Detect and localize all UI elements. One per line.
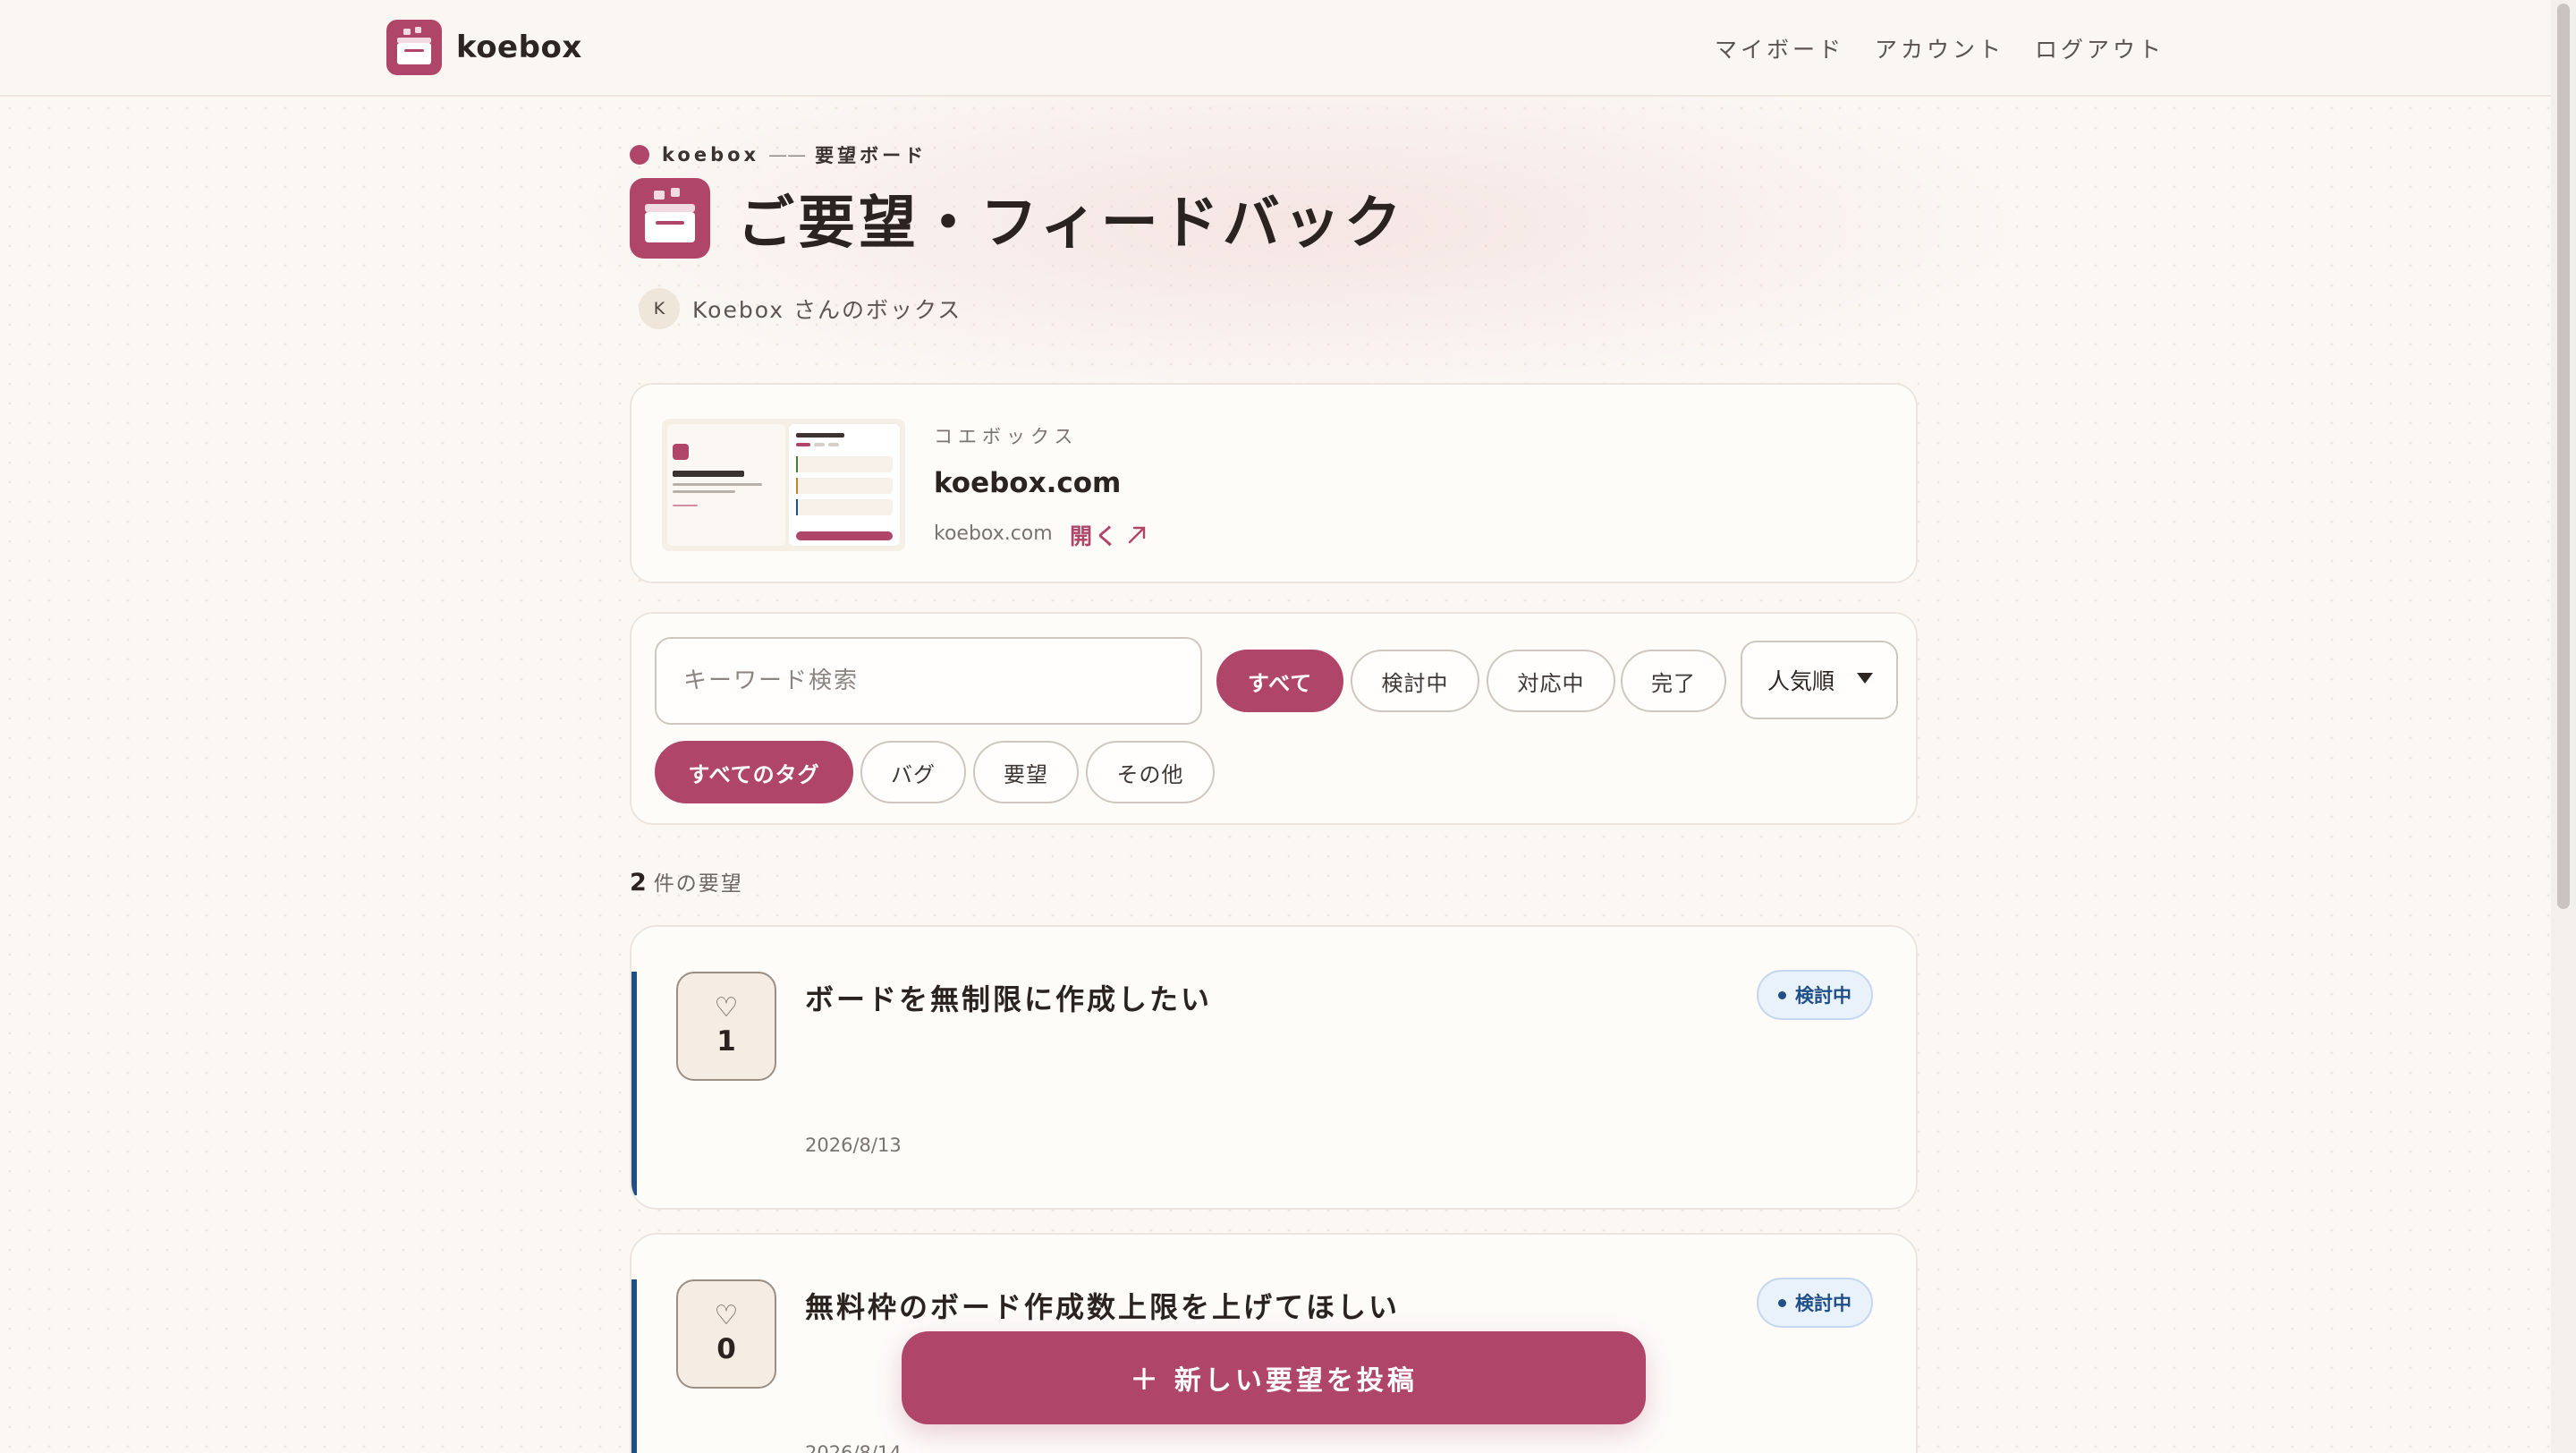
status-filter-done[interactable]: 完了: [1621, 650, 1726, 712]
site-card: コエボックス koebox.com koebox.com 開く: [630, 383, 1918, 583]
page-title: ご要望・フィードバック: [737, 191, 1405, 257]
title-row: ご要望・フィードバック: [630, 177, 1405, 259]
page-kicker: koebox —— 要望ボード: [630, 141, 927, 168]
status-dot-icon: [1778, 1298, 1786, 1307]
top-navbar: koebox マイボード アカウント ログアウト: [0, 0, 2551, 97]
request-date: 2026/8/13: [805, 1134, 902, 1156]
brand-name: koebox: [456, 30, 582, 65]
nav-account[interactable]: アカウント: [1875, 32, 2004, 64]
box-icon: [630, 178, 710, 259]
heart-icon: ♡: [714, 992, 739, 1024]
sort-selected: 人気順: [1767, 668, 1835, 694]
request-count-suffix: 件の要望: [653, 872, 743, 896]
kicker-label: 要望ボード: [815, 145, 928, 166]
new-request-label: 新しい要望を投稿: [1174, 1365, 1418, 1397]
brand[interactable]: koebox: [386, 20, 582, 75]
heart-icon: ♡: [714, 1300, 739, 1331]
scrollbar[interactable]: [2551, 0, 2576, 1453]
site-name: koebox.com: [934, 467, 1122, 499]
request-title: 無料枠のボード作成数上限を上げてほしい: [805, 1290, 1401, 1324]
vote-button[interactable]: ♡ 0: [676, 1279, 776, 1389]
site-preview-thumbnail: [662, 419, 905, 551]
status-accent-bar: [631, 1279, 637, 1453]
avatar: K: [639, 288, 680, 329]
plus-icon: +: [1130, 1358, 1162, 1398]
site-url: koebox.com: [934, 523, 1053, 545]
search-input[interactable]: [655, 637, 1202, 725]
status-filter-in-progress[interactable]: 対応中: [1487, 650, 1615, 712]
external-link-icon: [1128, 526, 1146, 544]
kicker-brand: koebox: [662, 144, 760, 166]
open-site-label: 開く: [1070, 523, 1121, 549]
status-badge-label: 検討中: [1795, 1293, 1852, 1314]
open-site-link[interactable]: 開く: [1070, 519, 1148, 551]
nav-my-board[interactable]: マイボード: [1715, 32, 1844, 64]
request-date: 2026/8/14: [805, 1442, 902, 1453]
status-badge-label: 検討中: [1795, 985, 1852, 1007]
chevron-down-icon: [1857, 673, 1873, 684]
owner-text: Koebox さんのボックス: [692, 297, 962, 323]
nav-logout[interactable]: ログアウト: [2035, 32, 2165, 64]
status-badge: 検討中: [1757, 1278, 1873, 1328]
tag-filter-request[interactable]: 要望: [973, 741, 1079, 803]
new-request-button[interactable]: + 新しい要望を投稿: [902, 1331, 1646, 1424]
board-owner: K Koebox さんのボックス: [639, 288, 962, 329]
site-label: コエボックス: [934, 426, 1079, 447]
tag-filter-bug[interactable]: バグ: [860, 741, 966, 803]
status-filter-all[interactable]: すべて: [1216, 650, 1343, 712]
request-count: 2 件の要望: [630, 866, 743, 896]
status-accent-bar: [631, 972, 637, 1195]
scrollbar-thumb[interactable]: [2557, 4, 2570, 909]
filter-card: すべて 検討中 対応中 完了 人気順 すべてのタグ バグ 要望 その他: [630, 612, 1918, 825]
tag-filter-all[interactable]: すべてのタグ: [655, 741, 853, 803]
request-card[interactable]: ♡ 1 ボードを無制限に作成したい 検討中 2026/8/13: [630, 925, 1918, 1210]
vote-count: 1: [716, 1025, 736, 1058]
vote-count: 0: [716, 1333, 736, 1365]
sort-select[interactable]: 人気順: [1741, 641, 1898, 719]
vote-button[interactable]: ♡ 1: [676, 972, 776, 1081]
request-title: ボードを無制限に作成したい: [805, 982, 1213, 1016]
kicker-dot-icon: [630, 145, 649, 165]
tag-filter-other[interactable]: その他: [1086, 741, 1215, 803]
header-nav: マイボード アカウント ログアウト: [1715, 32, 2165, 64]
status-dot-icon: [1778, 990, 1786, 999]
koebox-logo-icon: [386, 20, 442, 75]
status-badge: 検討中: [1757, 970, 1873, 1020]
status-filter-considering[interactable]: 検討中: [1351, 650, 1479, 712]
request-count-number: 2: [630, 869, 648, 896]
kicker-separator: ——: [768, 144, 807, 166]
